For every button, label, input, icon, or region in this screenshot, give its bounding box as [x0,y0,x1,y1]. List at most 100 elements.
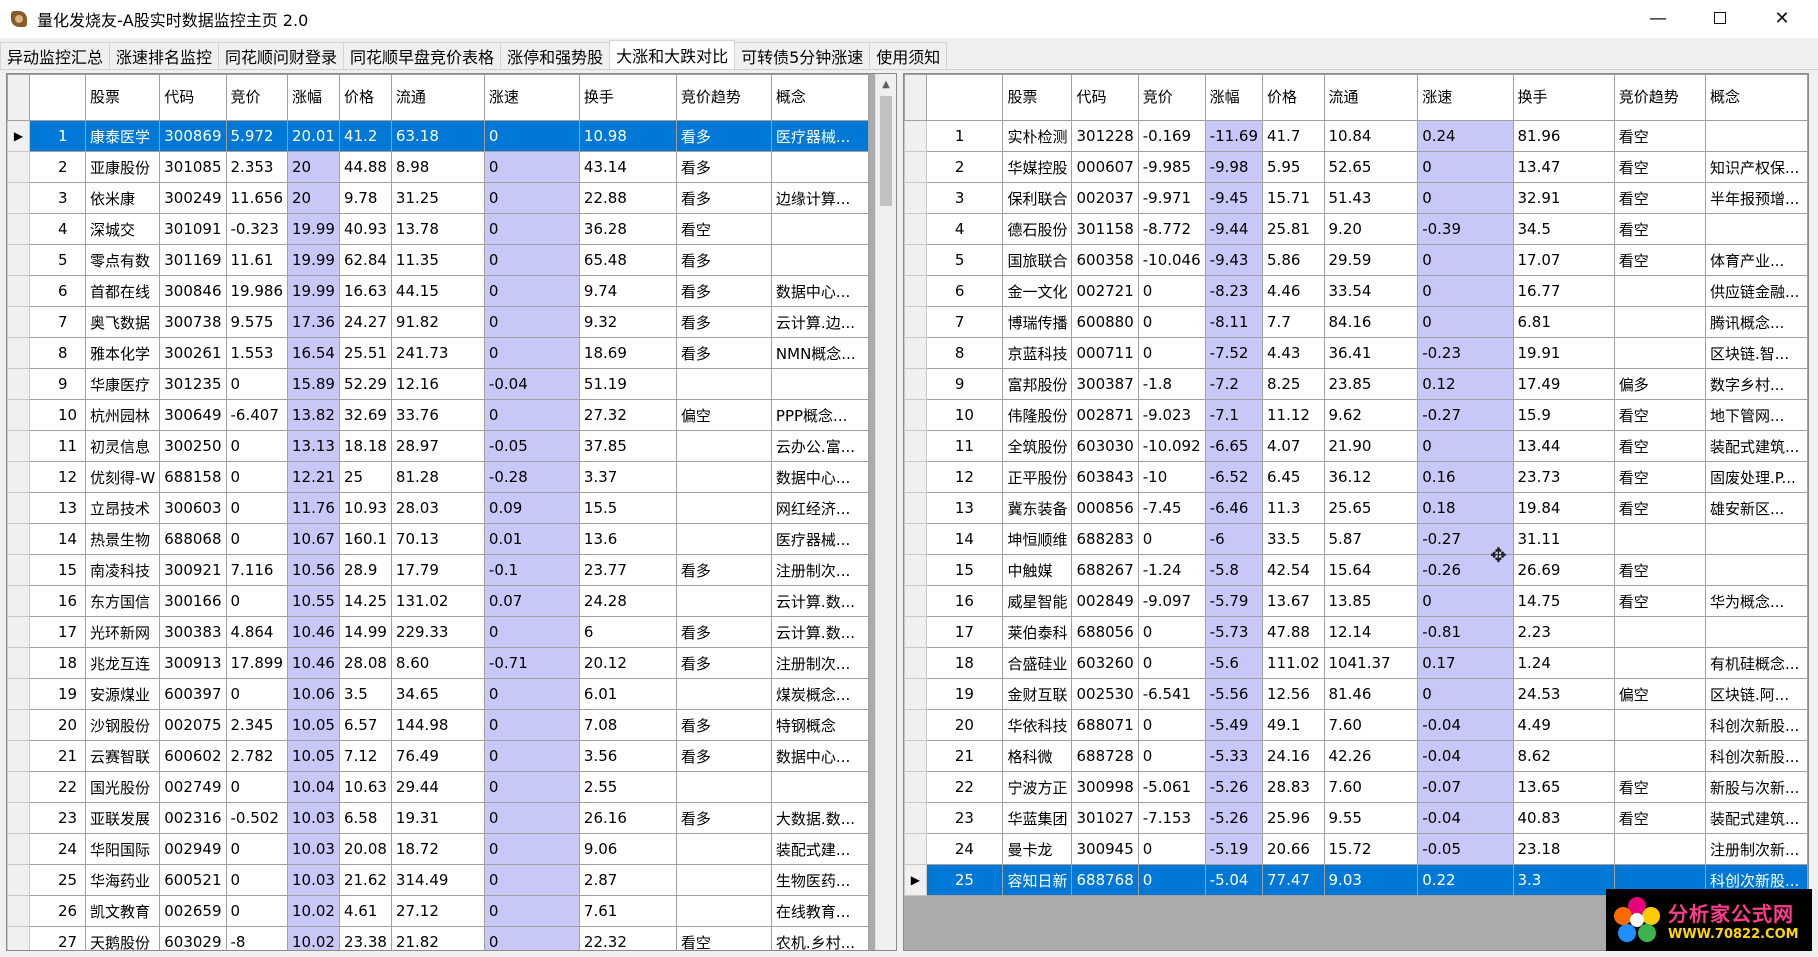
row-selector[interactable] [7,616,30,648]
cell[interactable]: 15.89 [287,368,340,400]
cell[interactable]: 东方国信 [84,585,161,617]
cell[interactable]: 20.12 [578,647,677,679]
cell[interactable]: 雅本化学 [84,337,161,369]
cell[interactable]: 看多 [675,182,772,214]
cell[interactable]: 0 [483,833,580,865]
table-row[interactable]: 19 安源煤业 600397 0 10.06 3.5 34.65 0 6.01 煤炭概念... [7,678,869,710]
cell[interactable]: 中触媒 [1002,554,1073,586]
cell[interactable]: 生物医药... [770,864,869,896]
cell[interactable]: 0 [1137,709,1206,741]
cell[interactable]: 52.65 [1323,151,1419,183]
left-grid-gainers[interactable]: 股票 代码 竞价 涨幅 价格 流通 涨速 换手 竞价趋势 概念 ▶ 1 康泰医学 300869 5.972 2… [6,73,897,951]
cell[interactable]: 9.03 [1323,864,1419,896]
cell[interactable]: 17.49 [1512,368,1615,400]
cell[interactable]: 云计算.数... [770,616,869,648]
cell[interactable]: -9.98 [1204,151,1264,183]
cell[interactable]: -9.43 [1204,244,1264,276]
cell[interactable]: 4.61 [338,895,392,927]
cell[interactable]: 12.14 [1323,616,1419,648]
cell[interactable]: 1.24 [1512,647,1615,679]
cell[interactable]: 看空 [1613,430,1707,462]
cell[interactable]: 0.24 [1417,120,1514,152]
cell[interactable]: 603030 [1071,430,1139,462]
cell[interactable]: 24.27 [338,306,392,338]
cell[interactable]: 看多 [675,554,772,586]
cell[interactable]: 腾讯概念... [1705,306,1808,338]
cell[interactable]: 51.19 [578,368,677,400]
cell[interactable]: 区块链.智... [1705,337,1808,369]
cell[interactable]: 装配式建... [770,833,869,865]
cell[interactable]: 37.85 [578,430,677,462]
cell[interactable]: 18.18 [338,430,392,462]
cell[interactable]: 77.47 [1262,864,1325,896]
column-header[interactable]: 竞价 [225,74,289,121]
cell[interactable]: 11.76 [287,492,340,524]
cell[interactable]: 0 [225,368,289,400]
cell[interactable]: 27.12 [390,895,485,927]
cell[interactable]: 300383 [159,616,227,648]
cell[interactable]: 300869 [159,120,227,152]
cell[interactable]: 0 [1417,151,1514,183]
table-row[interactable]: 3 保利联合 002037 -9.971 -9.45 15.71 51.43 0 32.91 看空… [904,182,1808,214]
cell[interactable] [675,678,772,710]
tab-6[interactable]: 可转债5分钟涨速 [734,42,871,69]
cell[interactable]: 3.5 [338,678,392,710]
cell[interactable]: -0.27 [1417,399,1514,431]
cell[interactable]: 21.62 [338,864,392,896]
cell[interactable]: -5.04 [1204,864,1264,896]
cell[interactable]: 6.81 [1512,306,1615,338]
cell[interactable]: 偏多 [1613,368,1707,400]
cell[interactable]: 688728 [1071,740,1139,772]
cell[interactable]: 9.20 [1323,213,1419,245]
cell[interactable]: 15.9 [1512,399,1615,431]
cell[interactable]: 依米康 [84,182,161,214]
cell[interactable]: 10.06 [287,678,340,710]
cell[interactable]: 24.53 [1512,678,1615,710]
cell[interactable]: 华依科技 [1002,709,1073,741]
cell[interactable]: -0.04 [483,368,580,400]
cell[interactable]: 科创次新股... [1705,709,1808,741]
cell[interactable]: -10.092 [1137,430,1206,462]
cell[interactable]: 10.05 [287,709,340,741]
cell[interactable]: 29.44 [390,771,485,803]
cell[interactable]: 9.32 [578,306,677,338]
cell[interactable]: 25.51 [338,337,392,369]
cell[interactable]: 新股与次新... [1705,771,1808,803]
cell[interactable]: 康泰医学 [84,120,161,152]
cell[interactable]: -1.8 [1137,368,1206,400]
cell[interactable]: 300998 [1071,771,1139,803]
cell[interactable]: 看空 [1613,554,1707,586]
cell[interactable] [675,585,772,617]
row-selector[interactable] [904,616,927,648]
cell[interactable]: 伟隆股份 [1002,399,1073,431]
table-row[interactable]: 3 依米康 300249 11.656 20 9.78 31.25 0 22.88 看多 边缘计算.… [7,182,869,214]
cell[interactable]: 首都在线 [84,275,161,307]
cell[interactable]: 002949 [159,833,227,865]
row-selector[interactable] [904,802,927,834]
cell[interactable]: 11.61 [225,244,289,276]
cell[interactable]: 冀东装备 [1002,492,1073,524]
cell[interactable]: 002316 [159,802,227,834]
row-selector[interactable]: ▶ [904,864,927,896]
cell[interactable]: 3.37 [578,461,677,493]
cell[interactable]: 11.3 [1262,492,1325,524]
cell[interactable]: -6.52 [1204,461,1264,493]
cell[interactable]: 7.61 [578,895,677,927]
column-header[interactable]: 代码 [159,74,227,121]
cell[interactable]: -0.04 [1417,802,1514,834]
column-header[interactable]: 涨幅 [1204,74,1264,121]
cell[interactable]: 84.16 [1323,306,1419,338]
cell[interactable]: 看空 [1613,213,1707,245]
cell[interactable]: 11.12 [1262,399,1325,431]
cell[interactable]: -0.39 [1417,213,1514,245]
cell[interactable]: 23.73 [1512,461,1615,493]
cell[interactable]: 300738 [159,306,227,338]
table-row[interactable]: 20 沙钢股份 002075 2.345 10.05 6.57 144.98 0 7.08 看多特… [7,709,869,741]
cell[interactable]: 28.03 [390,492,485,524]
cell[interactable]: 22.88 [578,182,677,214]
row-selector[interactable] [7,554,30,586]
cell[interactable]: 23.38 [338,926,392,950]
cell[interactable]: 0 [1137,647,1206,679]
cell[interactable]: 华康医疗 [84,368,161,400]
cell[interactable]: 看空 [675,926,772,950]
